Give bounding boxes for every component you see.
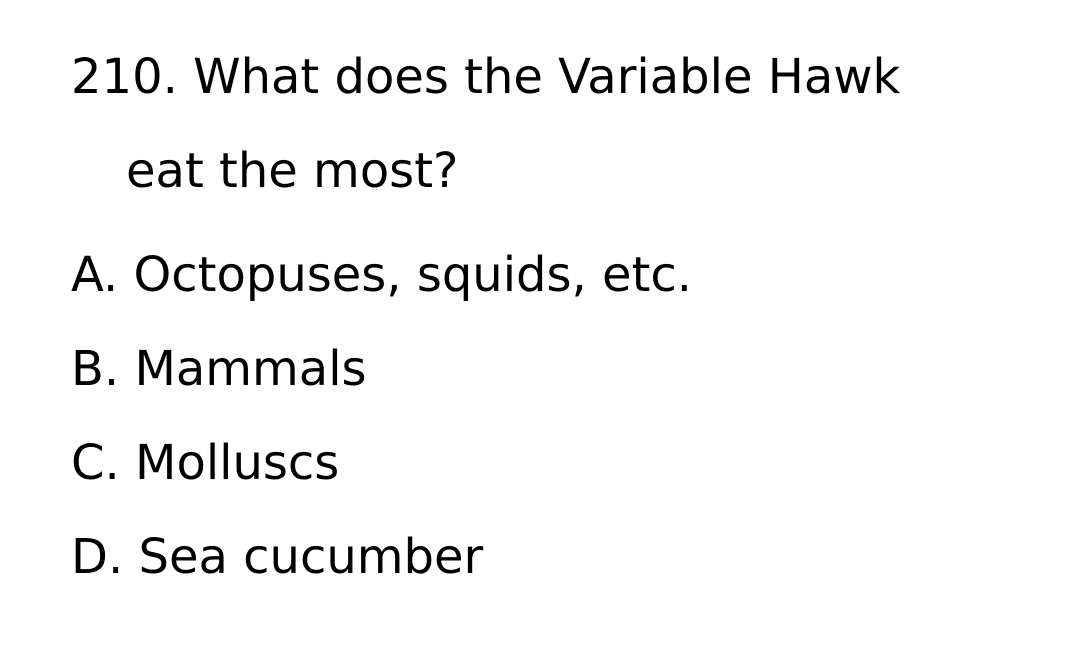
option-a[interactable]: A. Octopuses, squids, etc. (71, 228, 692, 322)
option-b[interactable]: B. Mammals (71, 322, 692, 416)
option-c[interactable]: C. Molluscs (71, 416, 692, 510)
question-line-2: eat the most? (126, 143, 459, 199)
question-text: 210. What does the Variable Hawk eat the… (71, 30, 1031, 218)
question-line-1: 210. What does the Variable Hawk (71, 49, 901, 105)
option-d[interactable]: D. Sea cucumber (71, 510, 692, 604)
answer-options: A. Octopuses, squids, etc. B. Mammals C.… (71, 228, 692, 604)
